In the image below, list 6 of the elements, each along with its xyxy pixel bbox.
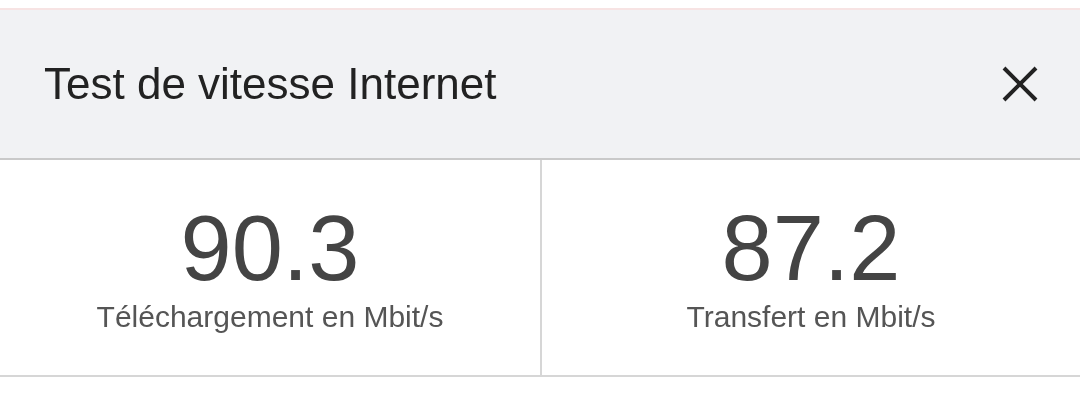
speed-label: Transfert en Mbit/s — [686, 300, 936, 334]
speed-value: 87.2 — [721, 198, 901, 298]
speed-value: 90.3 — [180, 198, 360, 298]
close-icon[interactable] — [1000, 64, 1040, 104]
dialog-title: Test de vitesse Internet — [44, 59, 497, 109]
speed-label: Téléchargement en Mbit/s — [96, 300, 444, 334]
